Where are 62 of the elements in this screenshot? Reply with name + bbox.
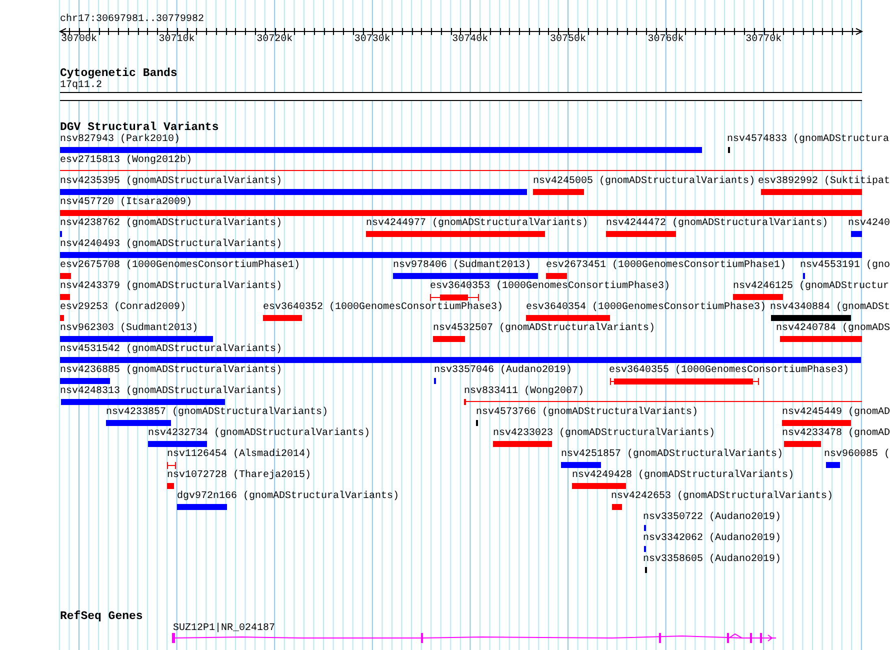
ruler-tick-label: 30750k xyxy=(550,34,586,46)
variant-label: nsv4243379 (gnomADStructuralVariants) xyxy=(60,281,282,293)
variant-label: nsv1072728 (Thareja2015) xyxy=(167,470,312,482)
ruler-tick-label: 30700k xyxy=(61,34,97,46)
variant-label: nsv4232734 (gnomADStructuralVariants) xyxy=(148,428,370,440)
variant-label: nsv3358605 (Audano2019) xyxy=(643,554,782,566)
variant-label: nsv4242653 (gnomADStructuralVariants) xyxy=(611,491,834,503)
variant-label: nsv827943 (Park2010) xyxy=(60,134,180,146)
variant-label: nsv4340884 (gnomADSt xyxy=(770,302,890,314)
variant-label: nsv1126454 (Alsmadi2014) xyxy=(167,449,312,461)
variant-label: nsv978406 (Sudmant2013) xyxy=(393,260,532,272)
variant-label: nsv4248313 (gnomADStructuralVariants) xyxy=(60,386,282,398)
variant-label: nsv4249428 (gnomADStructuralVariants) xyxy=(572,470,794,482)
variant-label: nsv3350722 (Audano2019) xyxy=(643,512,782,524)
variant-label: nsv4240 xyxy=(848,218,890,230)
variant-label: nsv457720 (Itsara2009) xyxy=(60,197,192,209)
variant-label: esv2715813 (Wong2012b) xyxy=(60,155,192,167)
variant-label: nsv4240784 (gnomADS xyxy=(776,323,890,335)
ruler-tick-label: 30710k xyxy=(158,34,195,46)
variant-label: nsv4240493 (gnomADStructuralVariants) xyxy=(60,239,282,251)
band-label: 17q11.2 xyxy=(60,80,102,92)
variant-label: esv2673451 (1000GenomesConsortiumPhase1) xyxy=(546,260,786,272)
track-title: Cytogenetic Bands xyxy=(60,67,178,80)
ruler-tick-label: 30740k xyxy=(452,34,488,46)
variant-label: esv2675708 (1000GenomesConsortiumPhase1) xyxy=(60,260,300,272)
track-title: RefSeq Genes xyxy=(60,610,143,623)
variant-label: nsv3357046 (Audano2019) xyxy=(434,365,572,377)
variant-label: nsv4235395 (gnomADStructuralVariants) xyxy=(60,176,282,188)
variant-label: dgv972n166 (gnomADStructuralVariants) xyxy=(177,491,400,503)
variant-label: nsv4251857 (gnomADStructuralVariants) xyxy=(561,449,784,461)
ruler-tick-label: 30720k xyxy=(256,34,293,46)
variant-label: nsv4553191 (gno xyxy=(800,260,890,272)
variant-label: nsv4244977 (gnomADStructuralVariants) xyxy=(366,218,588,230)
variant-label: esv3640352 (1000GenomesConsortiumPhase3) xyxy=(263,302,504,314)
variant-label: esv3892992 (Suktitipat xyxy=(758,176,890,188)
location-label: chr17:30697981..30779982 xyxy=(60,14,204,26)
variant-label: nsv4233857 (gnomADStructuralVariants) xyxy=(106,407,328,419)
variant-label: nsv4233478 (gnomAD xyxy=(782,428,890,440)
gene-label: SUZ12P1|NR_024187 xyxy=(173,623,276,635)
ruler-tick-label: 30760k xyxy=(648,34,684,46)
variant-label: esv29253 (Conrad2009) xyxy=(60,302,186,314)
ruler-tick-label: 30770k xyxy=(746,34,782,46)
track-title: DGV Structural Variants xyxy=(60,121,219,134)
variant-label: nsv4244472 (gnomADStructuralVariants) xyxy=(606,218,828,230)
variant-label: nsv4532507 (gnomADStructuralVariants) xyxy=(433,323,656,335)
variant-label: nsv962303 (Sudmant2013) xyxy=(60,323,198,335)
variant-label: nsv4238762 (gnomADStructuralVariants) xyxy=(60,218,282,230)
variant-label: esv3640354 (1000GenomesConsortiumPhase3) xyxy=(526,302,766,314)
variant-label: esv3640355 (1000GenomesConsortiumPhase3) xyxy=(609,365,850,377)
variant-label: nsv960085 ( xyxy=(824,449,890,461)
ruler-tick-label: 30730k xyxy=(354,34,390,46)
variant-label: nsv3342062 (Audano2019) xyxy=(643,533,782,545)
variant-label: nsv4573766 (gnomADStructuralVariants) xyxy=(476,407,698,419)
variant-label: nsv4236885 (gnomADStructuralVariants) xyxy=(60,365,282,377)
variant-label: esv3640353 (1000GenomesConsortiumPhase3) xyxy=(430,281,670,293)
variant-label: nsv4531542 (gnomADStructuralVariants) xyxy=(60,344,282,356)
variant-label: nsv4246125 (gnomADStructur xyxy=(733,281,890,293)
variant-label: nsv4574833 (gnomADStructura xyxy=(727,134,890,146)
variant-label: nsv4233023 (gnomADStructuralVariants) xyxy=(493,428,716,440)
variant-label: nsv833411 (Wong2007) xyxy=(464,386,584,398)
variant-label: nsv4245449 (gnomAD xyxy=(782,407,890,419)
variant-label: nsv4245005 (gnomADStructuralVariants) xyxy=(533,176,756,188)
